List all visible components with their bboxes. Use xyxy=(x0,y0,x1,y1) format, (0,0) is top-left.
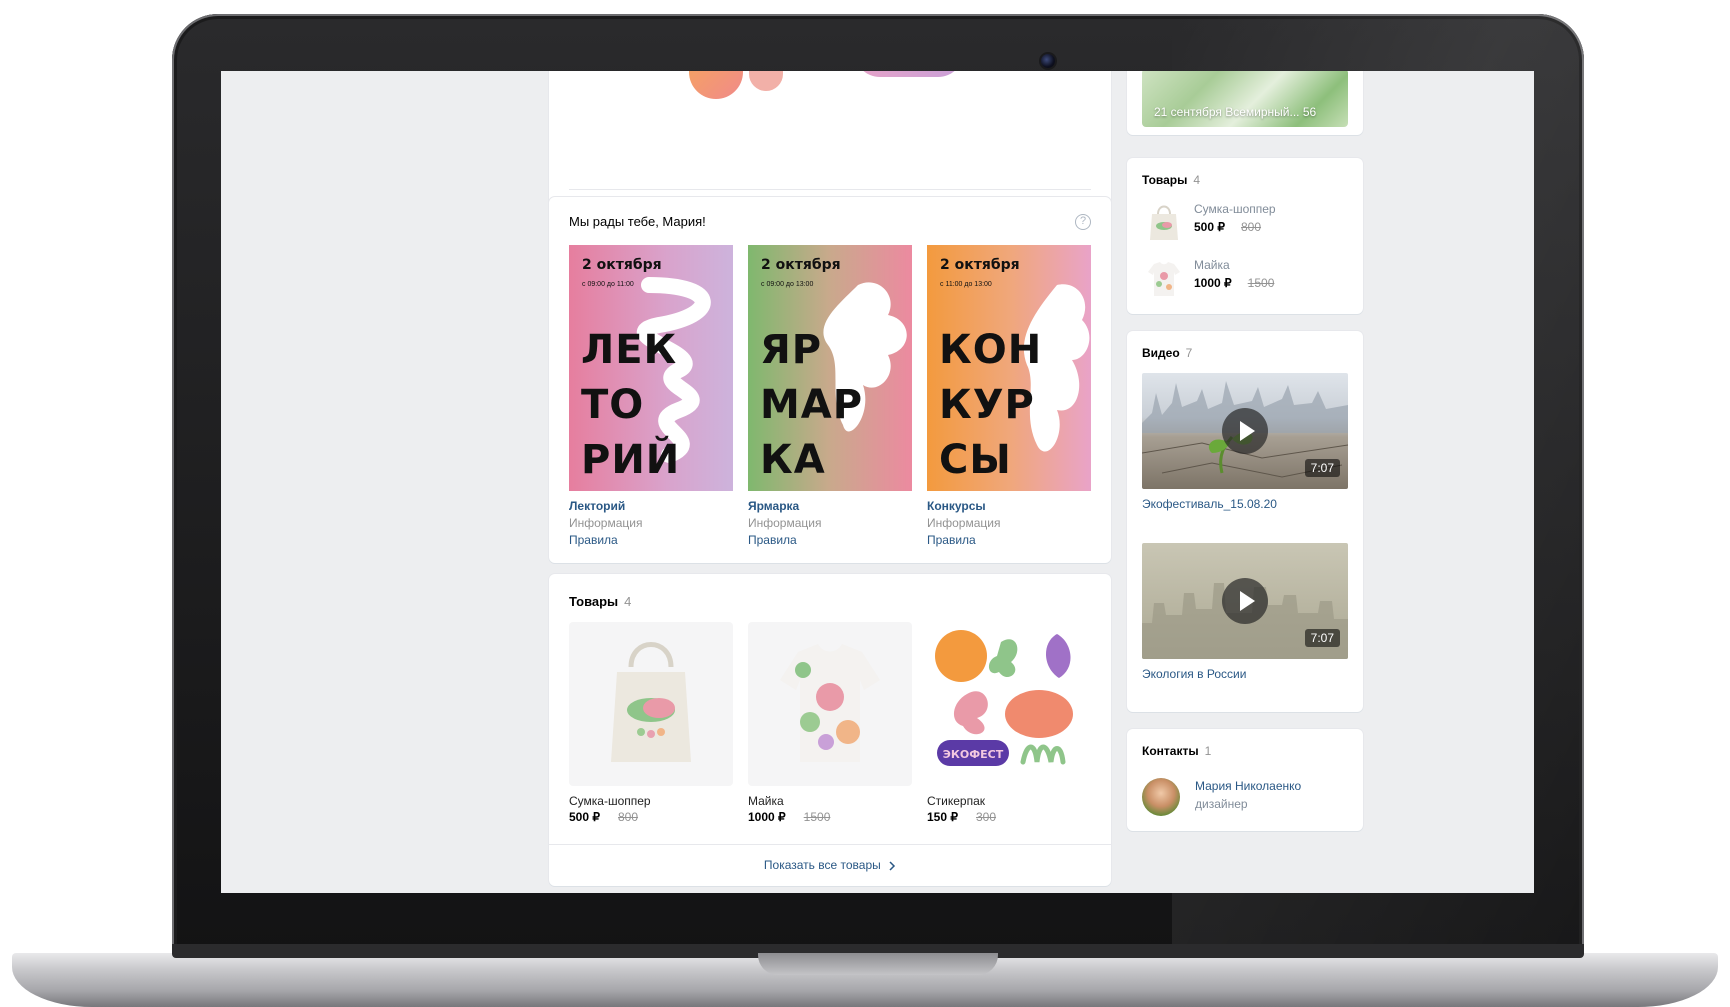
event-poster[interactable]: 2 октября с 09:00 до 11:00 ЛЕК ТО РИЙ xyxy=(569,245,733,491)
product-old-price: 300 xyxy=(976,810,997,824)
event-time: с 11:00 до 13:00 xyxy=(940,281,992,288)
divider xyxy=(549,844,1111,845)
tote-bag-image[interactable] xyxy=(569,622,733,786)
event-rules-link[interactable]: Правила xyxy=(569,533,733,547)
goods-count: 4 xyxy=(624,594,632,609)
sidebar-product-item[interactable]: Сумка-шоппер 500 ₽800 xyxy=(1142,200,1348,244)
chevron-right-icon xyxy=(884,858,896,872)
event-rules-link[interactable]: Правила xyxy=(748,533,912,547)
event-poster[interactable]: 2 октября с 09:00 до 13:00 ЯР МАР КА xyxy=(748,245,912,491)
sidebar-product-price-row: 1000 ₽1500 xyxy=(1194,276,1275,290)
videos-title[interactable]: Видео 7 xyxy=(1142,346,1192,360)
contact-name[interactable]: Мария Николаенко xyxy=(1195,779,1301,793)
contact-role: дизайнер xyxy=(1195,797,1248,811)
divider xyxy=(569,189,1091,190)
video-duration: 7:07 xyxy=(1304,459,1340,477)
event-info: Информация xyxy=(927,516,1001,530)
video-item[interactable]: 7:07 Экофестиваль_15.08.20 xyxy=(1142,373,1348,511)
video-thumbnail[interactable]: 7:07 xyxy=(1142,373,1348,489)
photo-thumbnail[interactable]: 21 сентября Всемирный... 56 xyxy=(1142,71,1348,127)
event-rules-link[interactable]: Правила xyxy=(927,533,1091,547)
sticker-text: ЭКОФЕСТ xyxy=(943,748,1004,761)
post-image-shape xyxy=(749,71,783,91)
product-price-row: 500 ₽ 800 xyxy=(569,810,733,824)
product-card[interactable]: Сумка-шоппер 500 ₽ 800 xyxy=(569,622,733,824)
event-time: с 09:00 до 13:00 xyxy=(761,281,814,288)
tshirt-image[interactable] xyxy=(748,622,912,786)
photo-widget: 21 сентября Всемирный... 56 xyxy=(1127,71,1363,135)
event-title[interactable]: Ярмарка xyxy=(748,499,912,513)
tshirt-thumb[interactable] xyxy=(1142,256,1186,300)
tote-bag-thumb[interactable] xyxy=(1142,200,1186,244)
event-date: 2 октября xyxy=(761,257,841,273)
goods-widget: Товары 4 Сумка-шоппер 500 ₽ 800 Майка 100… xyxy=(549,574,1111,886)
post-image-shape xyxy=(854,71,964,77)
sidebar-goods-count: 4 xyxy=(1193,173,1201,187)
event-info: Информация xyxy=(569,516,643,530)
events-widget: Мы рады тебе, Мария! ? 2 октября с 09:00… xyxy=(549,197,1111,563)
sidebar-product-name: Сумка-шоппер xyxy=(1194,202,1276,216)
product-price: 1000 ₽ xyxy=(748,810,786,824)
stickerpack-image[interactable]: ЭКОФЕСТ xyxy=(927,622,1091,786)
help-icon[interactable]: ? xyxy=(1075,214,1091,230)
video-item[interactable]: 7:07 Экология в России xyxy=(1142,543,1348,681)
contacts-count: 1 xyxy=(1204,744,1212,758)
event-date: 2 октября xyxy=(582,257,662,273)
greeting-text: Мы рады тебе, Мария! xyxy=(569,214,706,229)
sidebar-product-price-row: 500 ₽800 xyxy=(1194,220,1262,234)
sidebar-goods-widget: Товары 4 Сумка-шоппер 500 ₽800 Майка 100… xyxy=(1127,158,1363,314)
product-price: 500 ₽ xyxy=(569,810,600,824)
product-price-row: 1000 ₽ 1500 xyxy=(748,810,912,824)
video-title[interactable]: Экофестиваль_15.08.20 xyxy=(1142,497,1348,511)
show-all-goods-link[interactable]: Показать все товары xyxy=(549,858,1111,872)
event-info: Информация xyxy=(748,516,822,530)
product-card[interactable]: Майка 1000 ₽ 1500 xyxy=(748,622,912,824)
play-icon[interactable] xyxy=(1222,408,1268,454)
avatar[interactable] xyxy=(1142,778,1180,816)
sidebar-product-item[interactable]: Майка 1000 ₽1500 xyxy=(1142,256,1348,300)
event-item-konkursy[interactable]: 2 октября с 11:00 до 13:00 КОН КУР СЫ Ко… xyxy=(927,245,1091,547)
screen: 77 7 7 789 Мы рады те xyxy=(221,71,1534,893)
post-image-shape xyxy=(689,71,743,99)
event-date: 2 октября xyxy=(940,257,1020,273)
contacts-widget: Контакты 1 Мария Николаенко дизайнер xyxy=(1127,729,1363,831)
product-old-price: 1500 xyxy=(803,810,831,824)
video-duration: 7:07 xyxy=(1304,629,1340,647)
event-time: с 09:00 до 11:00 xyxy=(582,281,634,288)
event-title[interactable]: Лекторий xyxy=(569,499,733,513)
poster-headline: КОН КУР СЫ xyxy=(939,327,1043,483)
contacts-title[interactable]: Контакты 1 xyxy=(1142,744,1211,758)
event-item-lektoriy[interactable]: 2 октября с 09:00 до 11:00 ЛЕК ТО РИЙ Ле… xyxy=(569,245,733,547)
product-name: Сумка-шоппер xyxy=(569,794,651,808)
video-thumbnail[interactable]: 7:07 xyxy=(1142,543,1348,659)
play-icon[interactable] xyxy=(1222,578,1268,624)
product-name: Майка xyxy=(748,794,784,808)
video-title[interactable]: Экология в России xyxy=(1142,667,1348,681)
sidebar-goods-title[interactable]: Товары 4 xyxy=(1142,173,1200,187)
photo-caption: 21 сентября Всемирный... 56 xyxy=(1154,105,1317,119)
product-old-price: 800 xyxy=(618,810,639,824)
laptop-notch xyxy=(758,953,998,975)
videos-count: 7 xyxy=(1185,346,1193,360)
sidebar-product-name: Майка xyxy=(1194,258,1230,272)
goods-title[interactable]: Товары 4 xyxy=(569,594,631,609)
event-title[interactable]: Конкурсы xyxy=(927,499,1091,513)
videos-widget: Видео 7 7:07 Экофестиваль_15.08.20 7:07 … xyxy=(1127,331,1363,712)
poster-headline: ЯР МАР КА xyxy=(760,327,864,483)
product-card[interactable]: ЭКОФЕСТ Стикерпак 150 ₽ 300 xyxy=(927,622,1091,824)
event-item-yarmarka[interactable]: 2 октября с 09:00 до 13:00 ЯР МАР КА Ярм… xyxy=(748,245,912,547)
product-price: 150 ₽ xyxy=(927,810,958,824)
webcam-icon xyxy=(1041,54,1055,68)
event-poster[interactable]: 2 октября с 11:00 до 13:00 КОН КУР СЫ xyxy=(927,245,1091,491)
poster-headline: ЛЕК ТО РИЙ xyxy=(581,327,681,483)
product-name: Стикерпак xyxy=(927,794,986,808)
product-price-row: 150 ₽ 300 xyxy=(927,810,1091,824)
